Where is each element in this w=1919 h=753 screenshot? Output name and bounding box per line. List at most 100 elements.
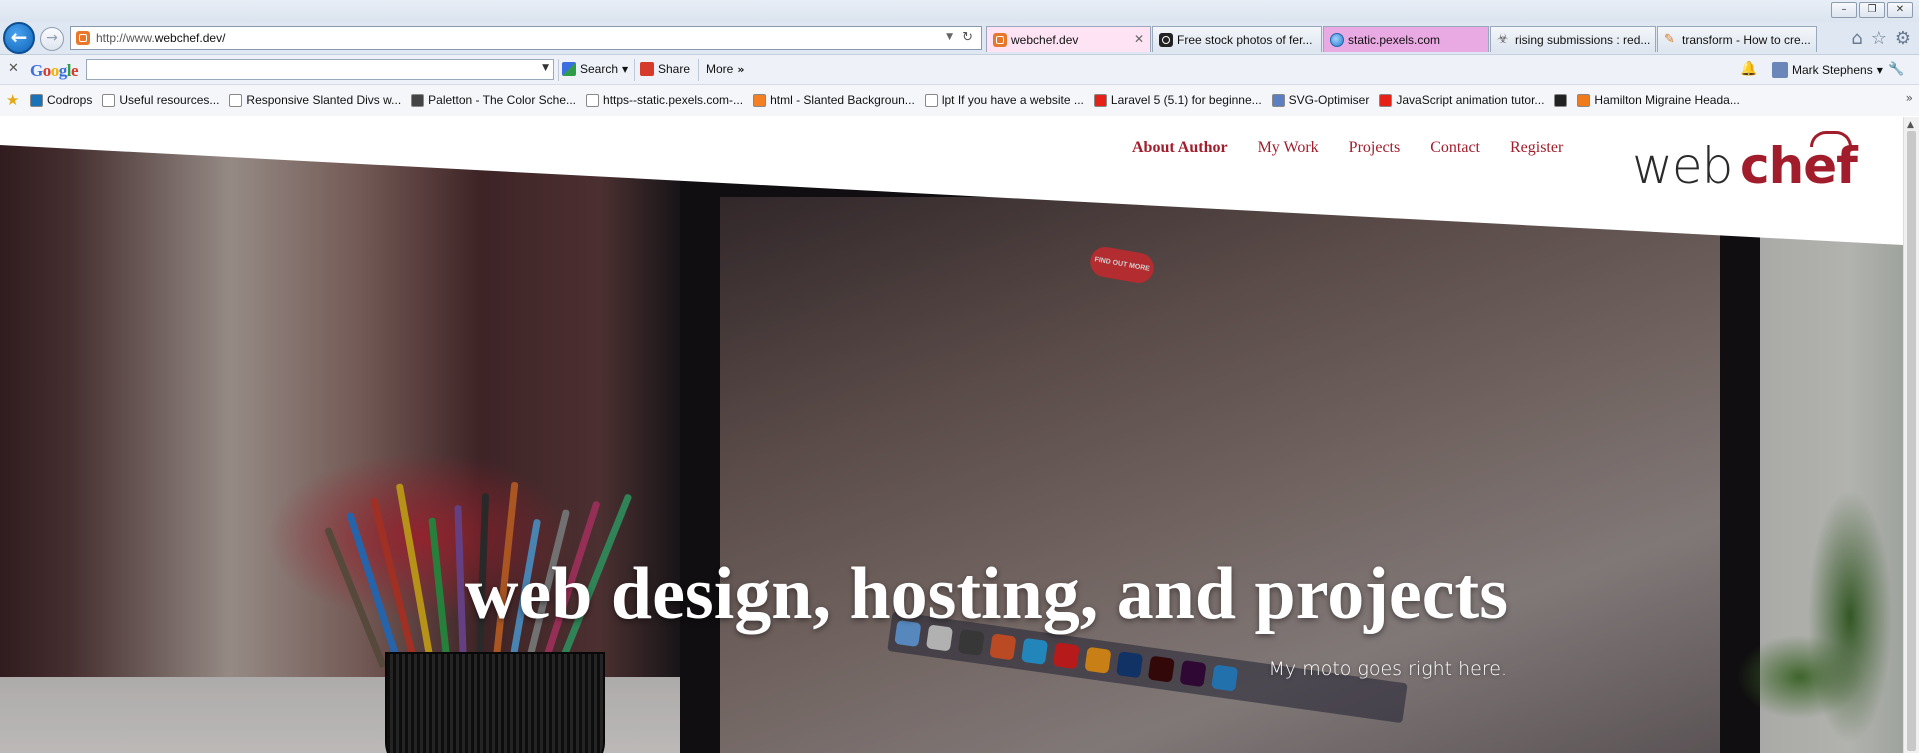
share-button[interactable]: Share [640, 62, 690, 76]
nav-link-register[interactable]: Register [1510, 139, 1563, 157]
browser-right-icons: ⌂ ☆ ⚙ [1851, 28, 1911, 49]
favorite-label: Useful resources... [119, 93, 220, 107]
logo-chef-text: chef [1740, 137, 1858, 195]
favorite-item[interactable]: https--static.pexels.com-... [586, 93, 743, 107]
search-label: Search [580, 62, 619, 76]
title-bar: – ❐ ✕ [0, 0, 1919, 22]
page-viewport: FIND OUT MORE About Author My Work Project… [0, 117, 1903, 753]
user-menu[interactable]: Mark Stephens ▼ [1772, 62, 1883, 78]
favorite-item[interactable]: Useful resources... [102, 93, 219, 107]
google-toolbar: ✕ Google ▼ Search ▼ Share More » 🔔 Mark … [0, 54, 1919, 84]
home-icon[interactable]: ⌂ [1851, 28, 1862, 49]
tab-stackoverflow[interactable]: ✎ transform - How to cre... [1657, 26, 1817, 52]
search-button[interactable]: Search ▼ [562, 62, 628, 76]
webchef-favicon [993, 33, 1007, 47]
refresh-icon[interactable]: ↻ [962, 30, 973, 45]
favorite-item[interactable]: SVG-Optimiser [1271, 93, 1370, 107]
chef-hat-icon [1810, 131, 1852, 147]
double-chevron-right-icon[interactable]: » [1906, 91, 1913, 105]
scrollbar-thumb[interactable] [1907, 131, 1916, 751]
favorite-item[interactable]: Laravel 5 (5.1) for beginne... [1093, 93, 1262, 107]
restore-button[interactable]: ❐ [1859, 2, 1885, 18]
favorites-star-icon[interactable]: ★ [6, 91, 19, 109]
chevron-down-icon[interactable]: ▼ [542, 63, 549, 73]
tab-webchef[interactable]: webchef.dev ✕ [986, 26, 1151, 52]
favorite-item[interactable]: Codrops [30, 93, 92, 107]
close-window-button[interactable]: ✕ [1887, 2, 1913, 18]
chevron-down-icon: ▼ [1876, 65, 1883, 75]
youtube-icon [1093, 93, 1107, 107]
wrench-icon: 🔧 [1888, 62, 1905, 77]
tab-label: rising submissions : red... [1515, 33, 1651, 47]
favorite-item[interactable] [1554, 93, 1568, 107]
favorite-item[interactable]: Paletton - The Color Sche... [411, 93, 576, 107]
svg-optimiser-icon [1271, 93, 1285, 107]
wikipedia-icon [1554, 93, 1568, 107]
google-logo: Google [30, 61, 79, 80]
tab-static-pexels[interactable]: static.pexels.com [1323, 26, 1489, 52]
forward-button[interactable]: → [40, 27, 64, 51]
hero-title: web design, hosting, and projects [464, 553, 1508, 635]
favorite-item[interactable]: html - Slanted Backgroun... [753, 93, 915, 107]
favorite-label: Laravel 5 (5.1) for beginne... [1110, 93, 1262, 107]
minimize-button[interactable]: – [1831, 2, 1857, 18]
user-avatar [1772, 62, 1788, 78]
scroll-up-arrow-icon[interactable]: ▲ [1907, 120, 1914, 130]
address-bar[interactable]: http://www.webchef.dev/ ▼ ↻ [70, 26, 982, 50]
sun-icon [1577, 93, 1591, 107]
chevron-down-icon: ▼ [622, 64, 629, 74]
divider [558, 59, 559, 81]
nav-link-contact[interactable]: Contact [1430, 139, 1480, 157]
favorite-label: lpt If you have a website ... [941, 93, 1084, 107]
nav-link-about-author[interactable]: About Author [1132, 139, 1228, 157]
address-url: http://www.webchef.dev/ [96, 31, 226, 45]
page-icon [102, 93, 116, 107]
favorite-item[interactable]: Hamilton Migraine Heada... [1577, 93, 1740, 107]
vertical-scrollbar[interactable]: ▲ [1903, 117, 1919, 753]
hero-motto: My moto goes right here. [1268, 658, 1507, 680]
address-dropdown-icon[interactable]: ▼ [946, 32, 953, 42]
instagram-icon [1159, 33, 1173, 47]
favorite-label: Codrops [47, 93, 93, 107]
google-search-input[interactable]: ▼ [86, 59, 554, 80]
reddit-icon: ☣ [1497, 32, 1509, 47]
favorite-label: SVG-Optimiser [1288, 93, 1370, 107]
webchef-logo[interactable]: web chef [1632, 131, 1882, 201]
reddit-icon [924, 93, 938, 107]
page-icon [586, 93, 600, 107]
divider [634, 59, 635, 81]
browser-chrome: – ❐ ✕ ← → http://www.webchef.dev/ ▼ ↻ we… [0, 0, 1919, 116]
settings-gear-icon[interactable]: ⚙ [1895, 28, 1911, 49]
favorite-item[interactable]: lpt If you have a website ... [924, 93, 1084, 107]
more-label: More [706, 62, 734, 76]
ie-globe-icon [1330, 33, 1344, 47]
favorites-list: Codrops Useful resources... Responsive Sla… [30, 93, 1740, 107]
share-icon [640, 62, 654, 76]
favorite-item[interactable]: JavaScript animation tutor... [1379, 93, 1544, 107]
nav-link-projects[interactable]: Projects [1349, 139, 1401, 157]
page-icon [229, 93, 243, 107]
favorite-label: Hamilton Migraine Heada... [1594, 93, 1740, 107]
favorite-label: Paletton - The Color Sche... [428, 93, 577, 107]
close-toolbar-icon[interactable]: ✕ [8, 61, 19, 76]
close-tab-icon[interactable]: ✕ [1134, 32, 1144, 46]
tab-label: static.pexels.com [1348, 33, 1441, 47]
favorites-bar: ★ Codrops Useful resources... Responsive S… [0, 84, 1919, 116]
double-chevron-right-icon: » [737, 62, 745, 76]
favorites-star-icon[interactable]: ☆ [1871, 28, 1887, 49]
favorite-label: JavaScript animation tutor... [1396, 93, 1545, 107]
favorite-item[interactable]: Responsive Slanted Divs w... [229, 93, 401, 107]
tab-label: webchef.dev [1011, 33, 1079, 47]
tab-pexels-stock[interactable]: Free stock photos of fer... [1152, 26, 1322, 52]
user-name: Mark Stephens [1792, 63, 1873, 77]
back-button[interactable]: ← [3, 22, 35, 54]
tab-reddit[interactable]: ☣ rising submissions : red... [1490, 26, 1656, 52]
stackoverflow-icon [753, 93, 767, 107]
paletton-icon [411, 93, 425, 107]
more-button[interactable]: More » [706, 62, 744, 76]
favorite-label: https--static.pexels.com-... [603, 93, 744, 107]
share-label: Share [658, 62, 691, 76]
nav-link-my-work[interactable]: My Work [1258, 139, 1319, 157]
bell-icon[interactable]: 🔔 [1740, 61, 1757, 77]
wrench-menu[interactable]: 🔧 [1888, 62, 1904, 77]
